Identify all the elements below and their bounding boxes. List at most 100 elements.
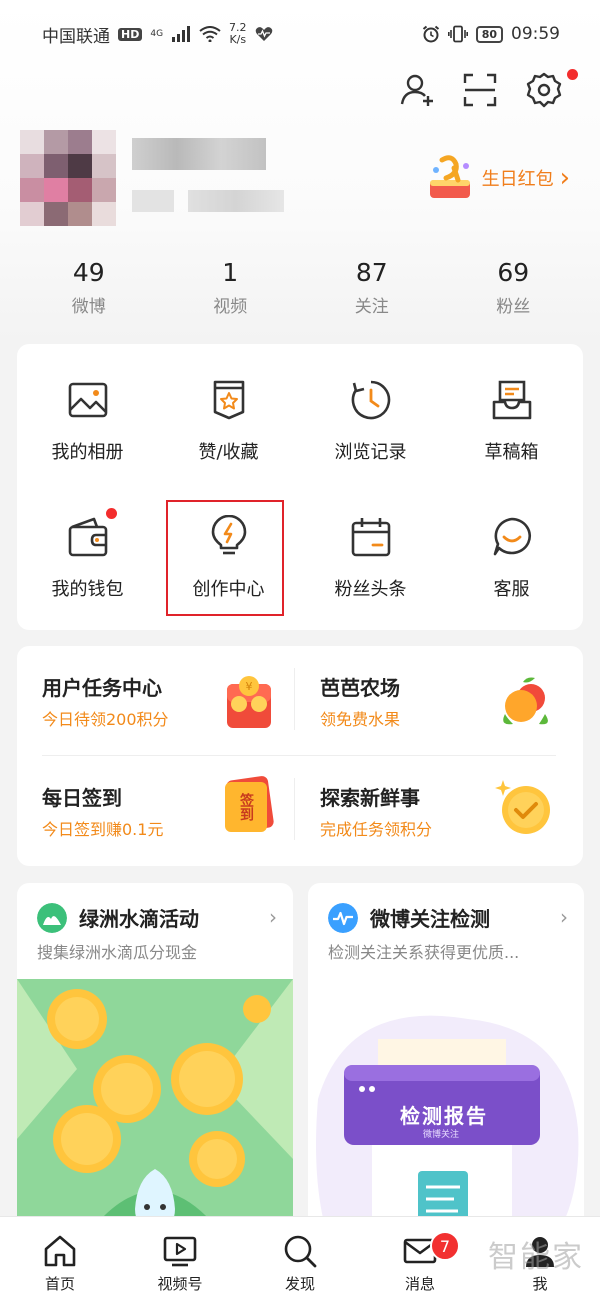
task-subtitle: 完成任务领积分 — [320, 820, 433, 839]
nav-label: 消息 — [404, 1275, 435, 1293]
promo-subtitle: 检测关注关系获得更优质... — [328, 943, 520, 962]
hd-badge: HD — [118, 27, 143, 41]
user-info-blurred — [132, 190, 174, 212]
task-subtitle: 今日待领200积分 — [42, 710, 169, 729]
task-title: 芭芭农场 — [320, 676, 400, 700]
red-packet-icon: ¥ — [227, 676, 271, 728]
stat-value: 49 — [72, 258, 105, 287]
settings-icon[interactable] — [524, 70, 564, 110]
wallet-icon — [68, 517, 107, 557]
nav-label: 首页 — [44, 1275, 75, 1293]
stat-followers[interactable]: 69 粉丝 — [443, 258, 585, 317]
wallet-notification-dot — [106, 508, 117, 519]
stat-following[interactable]: 87 关注 — [301, 258, 443, 317]
history-icon — [351, 380, 390, 420]
settings-notification-dot — [567, 69, 578, 80]
birthday-red-packet[interactable]: 生日红包 › — [424, 152, 570, 204]
grid-label: 浏览记录 — [334, 442, 407, 463]
speed-unit: K/s — [229, 33, 247, 46]
vibrate-icon — [447, 25, 468, 43]
customer-service-icon — [493, 517, 531, 556]
task-subtitle: 领免费水果 — [320, 710, 401, 729]
avatar[interactable] — [20, 130, 116, 226]
task-title: 探索新鲜事 — [320, 786, 420, 810]
grid-item-album[interactable]: 我的相册 — [17, 344, 158, 474]
stat-videos[interactable]: 1 视频 — [160, 258, 302, 317]
signal-icon — [172, 26, 191, 42]
search-icon — [284, 1235, 317, 1268]
check-coin-icon — [495, 780, 550, 834]
stat-value: 69 — [497, 258, 530, 287]
grid-item-fans-headline[interactable]: 粉丝头条 — [300, 481, 441, 611]
grid-item-drafts[interactable]: 草稿箱 — [441, 344, 582, 474]
network-speed: 7.2 K/s — [229, 22, 247, 46]
watermark: 智能家 — [488, 1240, 584, 1275]
birthday-label: 生日红包 — [481, 169, 554, 190]
task-title: 用户任务中心 — [42, 676, 162, 700]
nav-discover[interactable]: 发现 — [240, 1217, 360, 1300]
task-farm[interactable]: 芭芭农场 领免费水果 — [295, 646, 565, 746]
stat-value: 87 — [355, 258, 388, 287]
stat-label: 粉丝 — [496, 297, 531, 317]
task-title: 每日签到 — [42, 786, 122, 810]
stat-weibo[interactable]: 49 微博 — [18, 258, 160, 317]
signin-calendar-icon: 签到 — [223, 775, 275, 834]
report-subtitle: 微博关注 — [423, 1130, 460, 1140]
battery-level: 80 — [475, 25, 503, 43]
task-user-center[interactable]: 用户任务中心 今日待领200积分 ¥ — [17, 646, 287, 746]
oasis-icon — [37, 903, 67, 933]
promo-title: 微博关注检测 — [370, 907, 490, 931]
alarm-icon — [422, 25, 439, 43]
stat-label: 关注 — [354, 297, 389, 317]
scan-icon[interactable] — [460, 70, 500, 110]
unread-badge: 7 — [430, 1231, 460, 1261]
username-blurred — [132, 138, 266, 170]
nav-video[interactable]: 视频号 — [120, 1217, 240, 1300]
home-icon — [44, 1235, 76, 1267]
heartbeat-icon — [255, 27, 272, 41]
report-title: 检测报告 — [400, 1104, 488, 1128]
stat-value: 1 — [222, 258, 239, 287]
clock: 09:59 — [511, 24, 560, 44]
nav-label: 我 — [532, 1275, 548, 1293]
status-bar: 中国联通 HD 4G 7.2 K/s 80 09:59 — [0, 0, 600, 68]
nav-label: 视频号 — [157, 1275, 203, 1293]
wifi-icon — [199, 26, 221, 42]
carrier-name: 中国联通 — [42, 26, 110, 47]
favorite-icon — [213, 380, 244, 420]
grid-item-favorites[interactable]: 赞/收藏 — [158, 344, 299, 474]
promo-subtitle: 搜集绿洲水滴瓜分现金 — [37, 943, 198, 962]
birthday-cake-icon — [429, 155, 470, 198]
nav-label: 发现 — [284, 1275, 315, 1293]
function-grid: 我的相册 赞/收藏 浏览记录 草稿箱 我的钱包 创作中心 粉丝头条 客服 — [17, 344, 583, 630]
svg-text:¥: ¥ — [246, 680, 253, 693]
chevron-right-icon: › — [559, 163, 570, 193]
grid-label: 我的相册 — [51, 442, 124, 463]
nav-messages[interactable]: 消息 7 — [360, 1217, 480, 1300]
grid-item-customer-service[interactable]: 客服 — [441, 481, 582, 611]
promo-title: 绿洲水滴活动 — [79, 907, 199, 931]
fruit-icon — [503, 677, 548, 725]
video-icon — [163, 1236, 197, 1267]
grid-item-history[interactable]: 浏览记录 — [300, 344, 441, 474]
task-daily-signin[interactable]: 每日签到 今日签到赚0.1元 签到 — [17, 756, 287, 856]
add-friend-icon[interactable] — [398, 70, 438, 110]
grid-label: 我的钱包 — [51, 579, 124, 600]
grid-label: 客服 — [493, 579, 530, 600]
stat-label: 微博 — [71, 297, 106, 317]
task-explore[interactable]: 探索新鲜事 完成任务领积分 — [295, 756, 565, 856]
chevron-right-icon: › — [269, 905, 277, 929]
profile-stats: 49 微博 1 视频 87 关注 69 粉丝 — [18, 258, 584, 317]
user-info-blurred-2 — [188, 190, 284, 212]
highlight-box — [166, 500, 284, 616]
chevron-right-icon: › — [560, 905, 568, 929]
signin-badge-text: 签到 — [238, 793, 254, 821]
grid-label: 赞/收藏 — [198, 442, 259, 463]
grid-item-wallet[interactable]: 我的钱包 — [17, 481, 158, 611]
drafts-icon — [492, 380, 531, 420]
task-subtitle: 今日签到赚0.1元 — [42, 820, 164, 839]
calendar-icon — [351, 518, 390, 557]
album-icon — [68, 382, 107, 418]
grid-label: 粉丝头条 — [334, 579, 407, 600]
nav-home[interactable]: 首页 — [0, 1217, 120, 1300]
